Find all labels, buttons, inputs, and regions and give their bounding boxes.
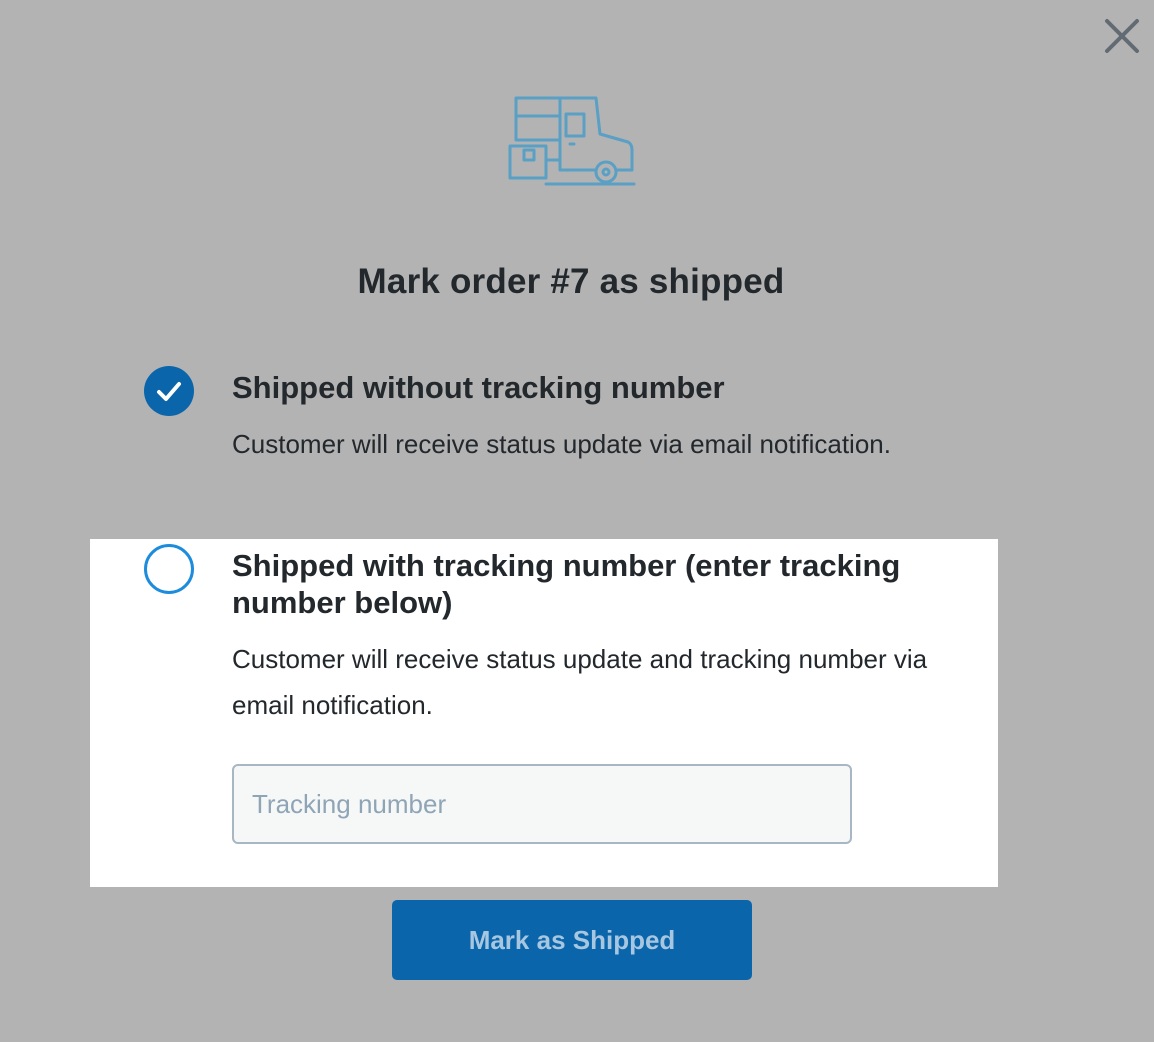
close-button[interactable]	[1102, 16, 1142, 56]
option-description-without-tracking: Customer will receive status update via …	[232, 429, 891, 459]
close-icon	[1105, 19, 1139, 53]
option-title-without-tracking[interactable]: Shipped without tracking number	[232, 369, 972, 406]
checkmark-icon	[157, 382, 181, 401]
radio-with-tracking[interactable]	[144, 544, 194, 594]
tracking-number-input[interactable]	[232, 764, 852, 844]
mark-as-shipped-button[interactable]: Mark as Shipped	[392, 900, 752, 980]
option-description-with-tracking: Customer will receive status update and …	[232, 644, 928, 720]
modal-title: Mark order #7 as shipped	[357, 262, 785, 301]
option-title-with-tracking[interactable]: Shipped with tracking number (enter trac…	[232, 547, 972, 621]
ship-order-modal: Mark order #7 as shipped Shipped without…	[0, 0, 1154, 1042]
radio-without-tracking[interactable]	[144, 366, 194, 416]
delivery-truck-icon	[504, 94, 638, 190]
